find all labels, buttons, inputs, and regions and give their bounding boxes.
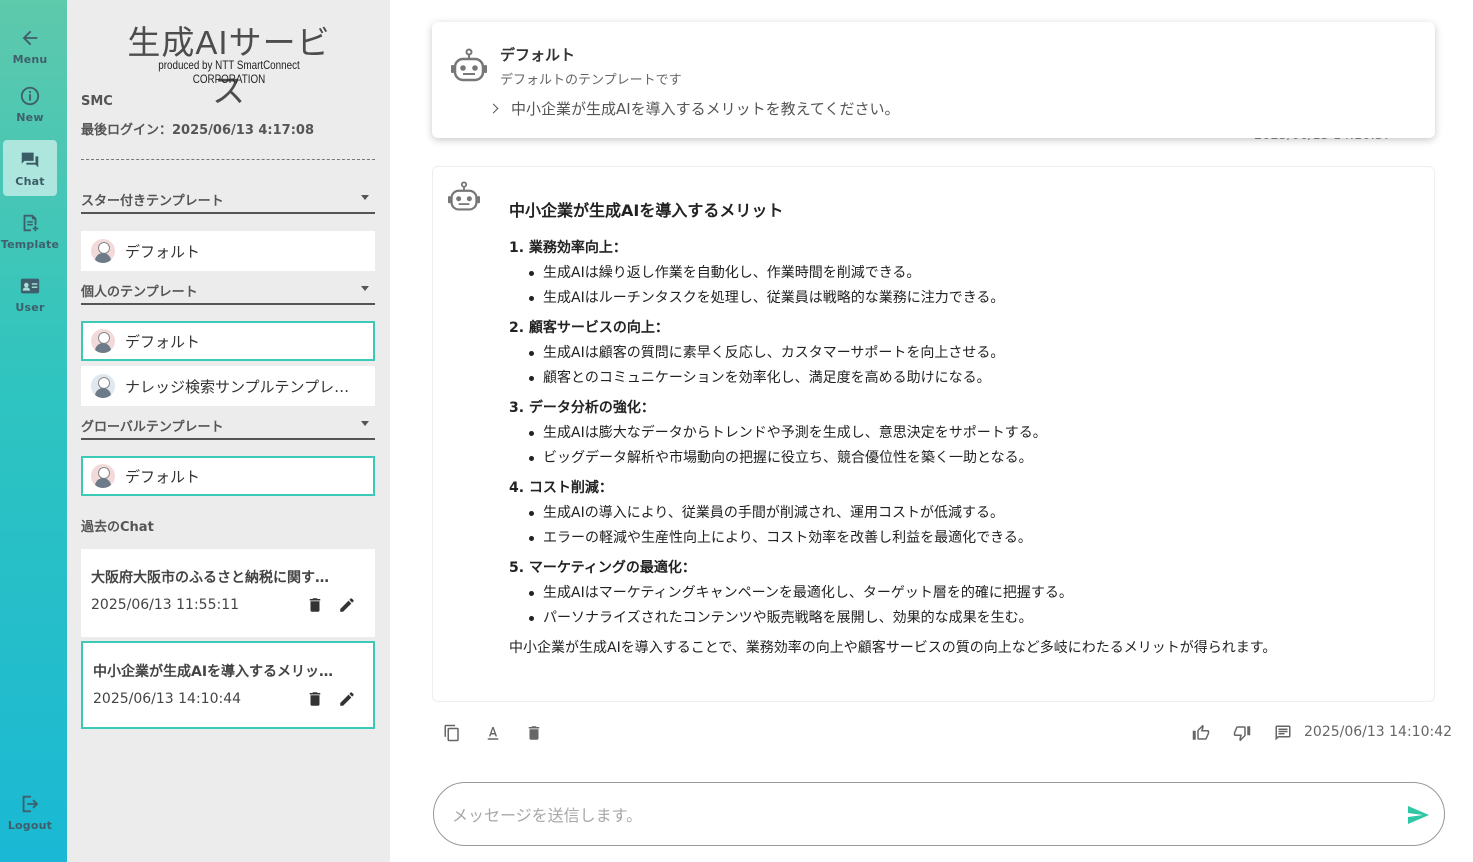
arrow-left-icon — [19, 27, 41, 49]
global-templates-title: グローバルテンプレート — [81, 420, 224, 435]
rail-template-label: Template — [0, 237, 60, 251]
past-chat-item[interactable]: 中小企業が生成AIを導入するメリッ… 2025/06/13 14:10:44 — [81, 641, 375, 729]
personal-templates-header[interactable]: 個人のテンプレート — [81, 281, 375, 305]
past-chat-item[interactable]: 大阪府大阪市のふるさと納税に関す… 2025/06/13 11:55:11 — [81, 549, 375, 637]
template-label: デフォルト — [125, 467, 201, 486]
response-bullet: ビッグデータ解析や市場動向の把握に役立ち、競合優位性を築く一助となる。 — [529, 450, 1409, 467]
starred-templates-title: スター付きテンプレート — [81, 194, 224, 209]
global-template-item[interactable]: デフォルト — [81, 456, 375, 496]
response-bullet: 生成AIは顧客の質問に素早く反応し、カスタマーサポートを向上させる。 — [529, 345, 1409, 362]
response-bullet: 生成AIはマーケティングキャンペーンを最適化し、ターゲット層を的確に把握する。 — [529, 585, 1409, 602]
template-avatar — [91, 374, 115, 398]
response-body: 中小企業が生成AIを導入するメリット 1. 業務効率向上： 生成AIは繰り返し作… — [509, 197, 1409, 657]
template-prompt-card: デフォルト デフォルトのテンプレートです 中小企業が生成AIを導入するメリットを… — [432, 22, 1435, 138]
response-bullets: 生成AIは繰り返し作業を自動化し、作業時間を削減できる。 生成AIはルーチンタス… — [509, 265, 1409, 307]
rail-user-button[interactable]: User — [3, 266, 57, 322]
rail-menu-button[interactable]: Menu — [3, 18, 57, 74]
response-bullet: 生成AIの導入により、従業員の手間が削減され、運用コストが低減する。 — [529, 505, 1409, 522]
caret-down-icon — [361, 195, 369, 200]
message-input-box — [433, 782, 1445, 846]
template-avatar — [91, 239, 115, 263]
template-avatar — [91, 464, 115, 488]
response-title: 中小企業が生成AIを導入するメリット — [509, 201, 784, 220]
chat-icon — [19, 149, 41, 171]
comment-icon[interactable] — [1272, 722, 1294, 744]
logout-icon — [19, 793, 41, 815]
message-input[interactable] — [452, 801, 1372, 829]
chevron-right-icon — [488, 103, 499, 114]
chat-main: 2025/06/13 14:10:37 デフォルト デフォルトのテンプレートです… — [390, 0, 1473, 862]
response-bullet: 生成AIは繰り返し作業を自動化し、作業時間を削減できる。 — [529, 265, 1409, 282]
text-format-icon[interactable] — [482, 722, 504, 744]
caret-down-icon — [361, 286, 369, 291]
id-card-icon — [19, 275, 41, 297]
response-summary: 中小企業が生成AIを導入することで、業務効率の向上や顧客サービスの質の向上など多… — [509, 640, 1277, 656]
edit-icon[interactable] — [337, 689, 357, 709]
info-icon — [19, 85, 41, 107]
thumb-up-icon[interactable] — [1190, 722, 1212, 744]
template-label: デフォルト — [125, 332, 201, 351]
response-bullet: 顧客とのコミュニケーションを効率化し、満足度を高める助けになる。 — [529, 370, 1409, 387]
nav-rail: Menu New Chat Template User Logout — [0, 0, 67, 862]
delete-icon[interactable] — [305, 595, 325, 615]
response-section-heading: 5. マーケティングの最適化： — [509, 560, 696, 576]
template-label: ナレッジ検索サンプルテンプレ… — [125, 377, 350, 396]
user-name: SMC — [81, 94, 113, 109]
rail-logout-button[interactable]: Logout — [3, 784, 57, 840]
personal-templates-title: 個人のテンプレート — [81, 285, 198, 300]
starred-templates-header[interactable]: スター付きテンプレート — [81, 190, 375, 214]
past-chat-title: 中小企業が生成AIを導入するメリッ… — [93, 664, 334, 680]
rail-chat-label: Chat — [15, 174, 45, 188]
template-description: デフォルトのテンプレートです — [500, 73, 682, 88]
template-label: デフォルト — [125, 242, 201, 261]
response-section-heading: 2. 顧客サービスの向上： — [509, 320, 669, 336]
response-bullets: 生成AIは膨大なデータからトレンドや予測を生成し、意思決定をサポートする。 ビッ… — [509, 425, 1409, 467]
starred-template-item[interactable]: デフォルト — [81, 231, 375, 271]
thumb-down-icon[interactable] — [1231, 722, 1253, 744]
robot-icon — [447, 181, 481, 213]
response-bullet: 生成AIは膨大なデータからトレンドや予測を生成し、意思決定をサポートする。 — [529, 425, 1409, 442]
response-bullets: 生成AIの導入により、従業員の手間が削減され、運用コストが低減する。 エラーの軽… — [509, 505, 1409, 547]
rail-menu-label: Menu — [12, 52, 48, 66]
rail-logout-label: Logout — [7, 818, 53, 832]
response-section-heading: 4. コスト削減： — [509, 480, 613, 496]
rail-new-label: New — [16, 110, 44, 124]
rail-user-label: User — [15, 300, 45, 314]
response-timestamp: 2025/06/13 14:10:42 — [1304, 724, 1453, 740]
rail-template-button[interactable]: Template — [0, 203, 60, 259]
user-prompt[interactable]: 中小企業が生成AIを導入するメリットを教えてください。 — [488, 98, 900, 119]
response-bullet: エラーの軽減や生産性向上により、コスト効率を改善し利益を最適化できる。 — [529, 530, 1409, 547]
divider — [81, 159, 375, 160]
global-templates-header[interactable]: グローバルテンプレート — [81, 416, 375, 440]
delete-icon[interactable] — [305, 689, 325, 709]
delete-icon[interactable] — [523, 722, 545, 744]
user-prompt-text: 中小企業が生成AIを導入するメリットを教えてください。 — [511, 100, 900, 118]
caret-down-icon — [361, 421, 369, 426]
response-section-heading: 1. 業務効率向上： — [509, 240, 627, 256]
response-bullets: 生成AIは顧客の質問に素早く反応し、カスタマーサポートを向上させる。 顧客とのコ… — [509, 345, 1409, 387]
last-login: 最後ログイン：2025/06/13 4:17:08 — [81, 123, 315, 138]
past-chats-header: 過去のChat — [81, 520, 154, 535]
rail-chat-button[interactable]: Chat — [3, 140, 57, 196]
past-chat-title: 大阪府大阪市のふるさと納税に関す… — [91, 570, 329, 586]
response-bullet: パーソナライズされたコンテンツや販売戦略を展開し、効果的な成果を生む。 — [529, 610, 1409, 627]
copy-icon[interactable] — [441, 722, 463, 744]
template-avatar — [91, 329, 115, 353]
sidebar: 生成AIサービス produced by NTT SmartConnect CO… — [67, 0, 390, 862]
past-chat-date: 2025/06/13 14:10:44 — [93, 691, 242, 707]
response-bullet: 生成AIはルーチンタスクを処理し、従業員は戦略的な業務に注力できる。 — [529, 290, 1409, 307]
send-icon[interactable] — [1406, 803, 1430, 827]
response-bullets: 生成AIはマーケティングキャンペーンを最適化し、ターゲット層を的確に把握する。 … — [509, 585, 1409, 627]
template-name: デフォルト — [500, 46, 576, 64]
response-card: 中小企業が生成AIを導入するメリット 1. 業務効率向上： 生成AIは繰り返し作… — [432, 166, 1435, 702]
edit-icon[interactable] — [337, 595, 357, 615]
app-logo-subtitle: produced by NTT SmartConnect CORPORATION — [158, 58, 300, 86]
response-section-heading: 3. データ分析の強化： — [509, 400, 655, 416]
note-add-icon — [19, 212, 41, 234]
rail-new-button[interactable]: New — [3, 76, 57, 132]
personal-template-item[interactable]: ナレッジ検索サンプルテンプレ… — [81, 366, 375, 406]
robot-icon — [450, 48, 488, 84]
past-chat-date: 2025/06/13 11:55:11 — [91, 597, 240, 613]
personal-template-item[interactable]: デフォルト — [81, 321, 375, 361]
